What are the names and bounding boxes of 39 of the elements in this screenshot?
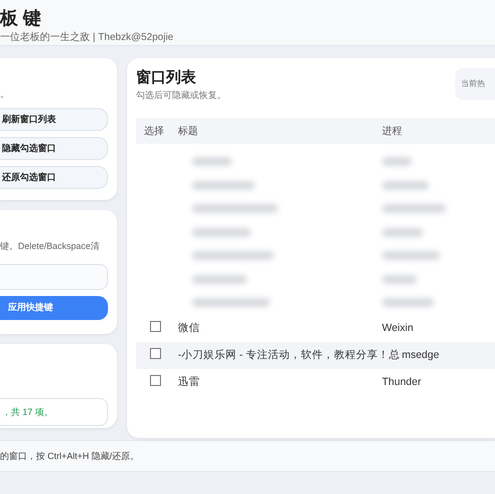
status-message: ，共 17 项。 bbox=[0, 398, 108, 426]
redacted-text bbox=[382, 180, 429, 190]
app-subtitle: 一位老板的一生之敌 | Thebzk@52pojie bbox=[0, 30, 174, 44]
redacted-text bbox=[192, 157, 232, 166]
window-row[interactable]: 微信 Weixin bbox=[136, 314, 495, 342]
window-row[interactable]: 迅雷 Thunder bbox=[136, 368, 495, 396]
redacted-text bbox=[382, 274, 417, 284]
action-button[interactable]: 还原勾选窗口 bbox=[0, 166, 108, 189]
panel-title: 窗口列表 bbox=[136, 68, 196, 87]
column-header: 选择 bbox=[143, 124, 165, 138]
row-checkbox[interactable] bbox=[150, 321, 161, 332]
column-header: 标题 bbox=[177, 124, 199, 138]
process-name: Thunder bbox=[382, 376, 422, 388]
hotkey-hint: 键。Delete/Backspace清 bbox=[0, 240, 101, 253]
process-name: Weixin bbox=[382, 322, 414, 334]
redacted-text bbox=[382, 251, 440, 260]
redacted-text bbox=[192, 180, 255, 190]
window-row[interactable]: -小刀娱乐网 - 专注活动，软件，教程分享！总 msedge bbox=[136, 342, 495, 368]
footer-hint: 的窗口，按 Ctrl+Alt+H 隐藏/还原。 bbox=[0, 440, 495, 472]
action-button[interactable]: 刷新窗口列表 bbox=[0, 108, 108, 131]
redacted-text bbox=[192, 228, 251, 237]
redacted-text bbox=[382, 298, 434, 308]
redacted-text bbox=[192, 274, 247, 284]
redacted-text bbox=[382, 204, 446, 214]
column-header: 进程 bbox=[382, 124, 403, 138]
redacted-text bbox=[382, 157, 412, 166]
panel-subtitle: 勾选后可隐藏或恢复。 bbox=[136, 89, 226, 102]
window-title: 迅雷 bbox=[177, 375, 201, 389]
redacted-text bbox=[382, 228, 423, 237]
window-title: 微信 bbox=[177, 321, 201, 335]
process-name: msedge bbox=[402, 349, 440, 361]
window-title: -小刀娱乐网 - 专注活动，软件，教程分享！总 bbox=[177, 348, 401, 362]
hotkey-input-field[interactable] bbox=[0, 264, 108, 290]
apply-hotkey-button[interactable]: 应用快捷键 bbox=[0, 296, 108, 320]
row-checkbox[interactable] bbox=[150, 348, 161, 359]
card-note: 。 bbox=[0, 88, 10, 101]
action-button[interactable]: 隐藏勾选窗口 bbox=[0, 137, 108, 160]
hotkey-badge: 当前热 bbox=[455, 68, 495, 100]
row-checkbox[interactable] bbox=[150, 375, 161, 386]
